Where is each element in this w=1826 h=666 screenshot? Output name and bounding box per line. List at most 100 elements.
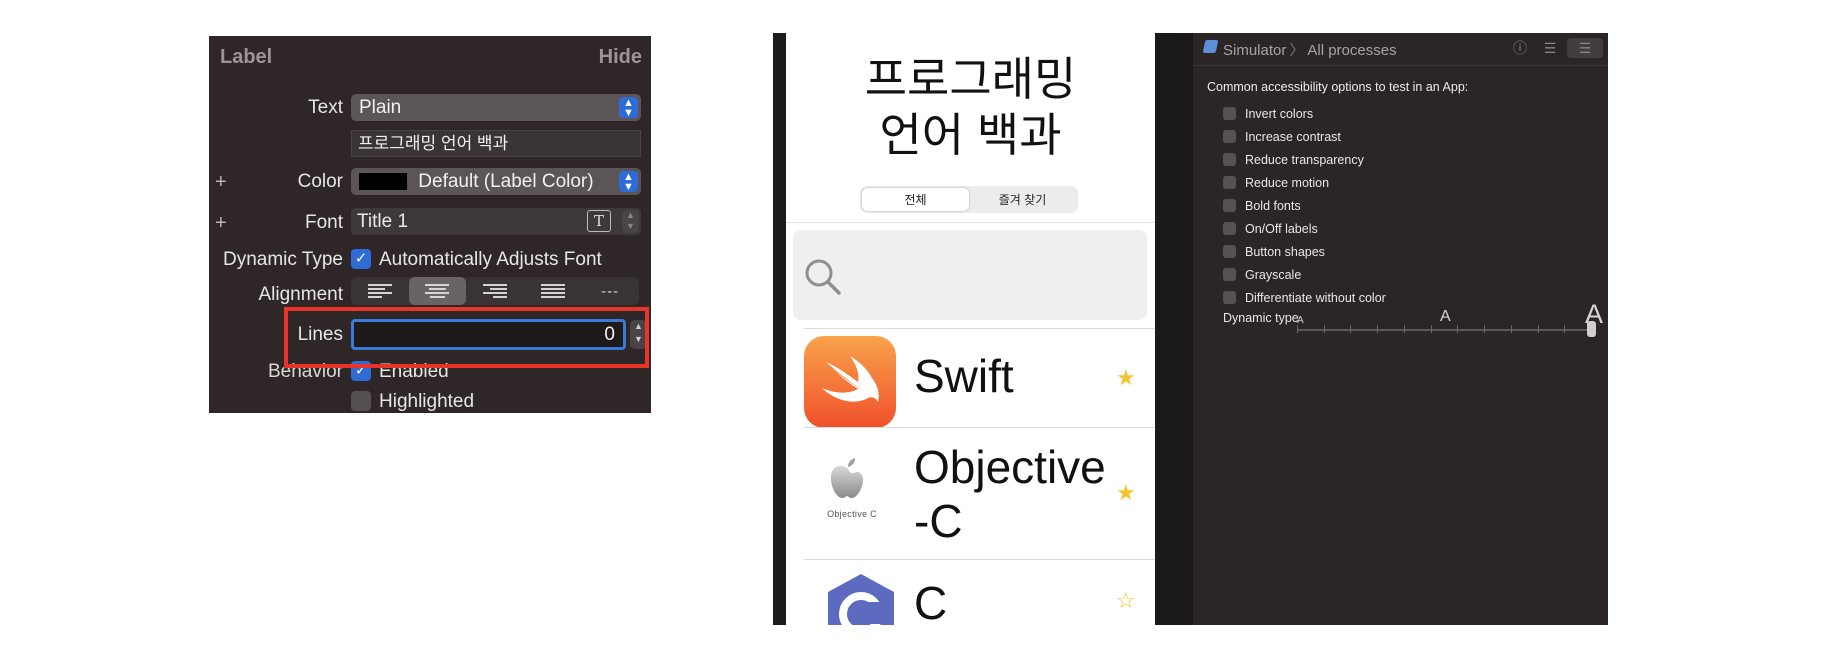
app-title: 프로그래밍 언어 백과 [786, 51, 1155, 163]
align-justify-icon [540, 284, 565, 298]
text-value-field[interactable]: 프로그래밍 언어 백과 [351, 130, 641, 157]
dynamic-type-label: Dynamic type [1223, 311, 1299, 325]
target-app: Simulator [1223, 42, 1287, 59]
color-label: Color [297, 171, 343, 192]
language-name-line1: Objective [914, 441, 1106, 493]
options-heading: Common accessibility options to test in … [1207, 80, 1469, 94]
slider-tick [1350, 325, 1351, 333]
slider-tick [1404, 325, 1405, 333]
highlighted-label: Highlighted [379, 391, 475, 412]
accessibility-inspector: Simulator 〉 All processes ⓘ ☰ ☰ Common acc… [1193, 33, 1608, 625]
list-item[interactable]: Swift ★ [786, 329, 1155, 428]
simulator-bezel [1155, 33, 1180, 625]
align-natural-icon: --- [601, 282, 620, 300]
checkbox[interactable] [1223, 222, 1236, 235]
slider-track [1297, 329, 1594, 331]
objc-logo-caption: Objective C [827, 509, 877, 519]
highlighted-checkbox[interactable] [351, 391, 371, 411]
list-icon[interactable]: ☰ [1538, 38, 1562, 58]
size-medium-marker: A [1440, 308, 1451, 325]
settings-icon[interactable]: ☰ [1567, 38, 1603, 58]
align-justify-button[interactable] [524, 277, 582, 305]
accessibility-toolbar: Simulator 〉 All processes ⓘ ☰ ☰ [1193, 33, 1608, 66]
chevron-right-icon: 〉 [1289, 42, 1305, 59]
filter-segmented-control: 전체 즐겨 찾기 [860, 186, 1078, 213]
align-right-button[interactable] [466, 277, 524, 305]
font-size-stepper[interactable]: ▲ ▼ [622, 210, 639, 233]
favorite-star-filled-icon[interactable]: ★ [1116, 365, 1136, 391]
checkbox[interactable] [1223, 130, 1236, 143]
color-value: Default (Label Color) [418, 171, 594, 192]
checkbox[interactable] [1223, 291, 1236, 304]
hide-button[interactable]: Hide [599, 46, 642, 69]
checkbox[interactable] [1223, 107, 1236, 120]
alignment-label: Alignment [258, 284, 344, 305]
option-label: Invert colors [1245, 107, 1314, 121]
align-left-icon [367, 284, 392, 298]
search-icon [805, 259, 841, 295]
text-label: Text [308, 97, 343, 118]
slider-tick [1564, 325, 1565, 333]
segment-all[interactable]: 전체 [862, 188, 969, 211]
simulator-screen: 프로그래밍 언어 백과 전체 즐겨 찾기 Swift ★ Objective C… [786, 33, 1155, 625]
color-add-variation-button[interactable]: + [215, 171, 227, 194]
option-label: On/Off labels [1245, 222, 1318, 236]
language-name-line2: -C [914, 495, 963, 547]
align-center-icon [425, 284, 450, 298]
app-title-line2: 언어 백과 [879, 109, 1062, 161]
checkbox[interactable] [1223, 153, 1236, 166]
language-name: Objective -C [914, 440, 1106, 548]
slider-tick [1297, 325, 1298, 333]
option-label: Grayscale [1245, 268, 1302, 282]
slider-tick [1538, 325, 1539, 333]
font-picker-icon[interactable]: T [587, 210, 611, 232]
window-divider [1180, 33, 1193, 625]
search-bar[interactable] [793, 230, 1147, 320]
auto-adjust-font-label: Automatically Adjusts Font [379, 249, 602, 270]
dynamic-type-label: Dynamic Type [222, 249, 343, 270]
size-small-marker: A [1297, 315, 1304, 326]
segment-favorites[interactable]: 즐겨 찾기 [969, 188, 1076, 211]
language-name: Swift [914, 350, 1014, 402]
simulator-bezel [773, 33, 786, 625]
target-selector[interactable]: Simulator 〉 All processes [1223, 39, 1397, 60]
text-type-popup[interactable]: Plain ▲ ▼ [351, 94, 641, 121]
favorite-star-empty-icon[interactable]: ☆ [1116, 588, 1136, 614]
auto-adjust-font-checkbox[interactable]: ✓ [351, 249, 371, 269]
info-icon[interactable]: ⓘ [1508, 38, 1532, 58]
align-left-button[interactable] [351, 277, 409, 305]
font-add-variation-button[interactable]: + [215, 212, 227, 235]
swift-logo-icon [804, 336, 896, 428]
list-item[interactable]: C ☆ [786, 560, 1155, 625]
slider-tick [1431, 325, 1432, 333]
popup-chevrons-icon: ▲ ▼ [619, 97, 638, 119]
checkbox[interactable] [1223, 268, 1236, 281]
font-field[interactable]: Title 1 T ▲ ▼ [351, 208, 641, 235]
font-label: Font [304, 212, 343, 233]
favorite-star-filled-icon[interactable]: ★ [1116, 480, 1136, 506]
option-label: Reduce transparency [1245, 153, 1364, 167]
font-value: Title 1 [357, 211, 409, 232]
dynamic-type-slider[interactable]: A A A [1297, 299, 1603, 337]
option-label: Bold fonts [1245, 199, 1301, 213]
color-popup[interactable]: Default (Label Color) ▲ ▼ [351, 168, 641, 195]
app-title-line1: 프로그래밍 [864, 53, 1077, 105]
checkbox[interactable] [1223, 245, 1236, 258]
align-natural-button[interactable]: --- [581, 277, 639, 305]
slider-thumb[interactable] [1587, 321, 1596, 337]
slider-tick [1377, 325, 1378, 333]
list-item[interactable]: Objective C Objective -C ★ [786, 428, 1155, 559]
text-type-value: Plain [359, 97, 402, 118]
option-label: Increase contrast [1245, 130, 1341, 144]
color-swatch-icon [359, 173, 407, 190]
divider [786, 222, 1155, 223]
alignment-segmented-control: --- [351, 277, 639, 305]
lines-highlight-annotation [284, 307, 649, 368]
section-title: Label [220, 46, 273, 68]
checkbox[interactable] [1223, 176, 1236, 189]
checkbox[interactable] [1223, 199, 1236, 212]
simulator-app-icon [1202, 40, 1219, 53]
slider-tick [1324, 325, 1325, 333]
popup-chevrons-icon: ▲ ▼ [619, 171, 638, 193]
align-center-button[interactable] [408, 277, 467, 305]
